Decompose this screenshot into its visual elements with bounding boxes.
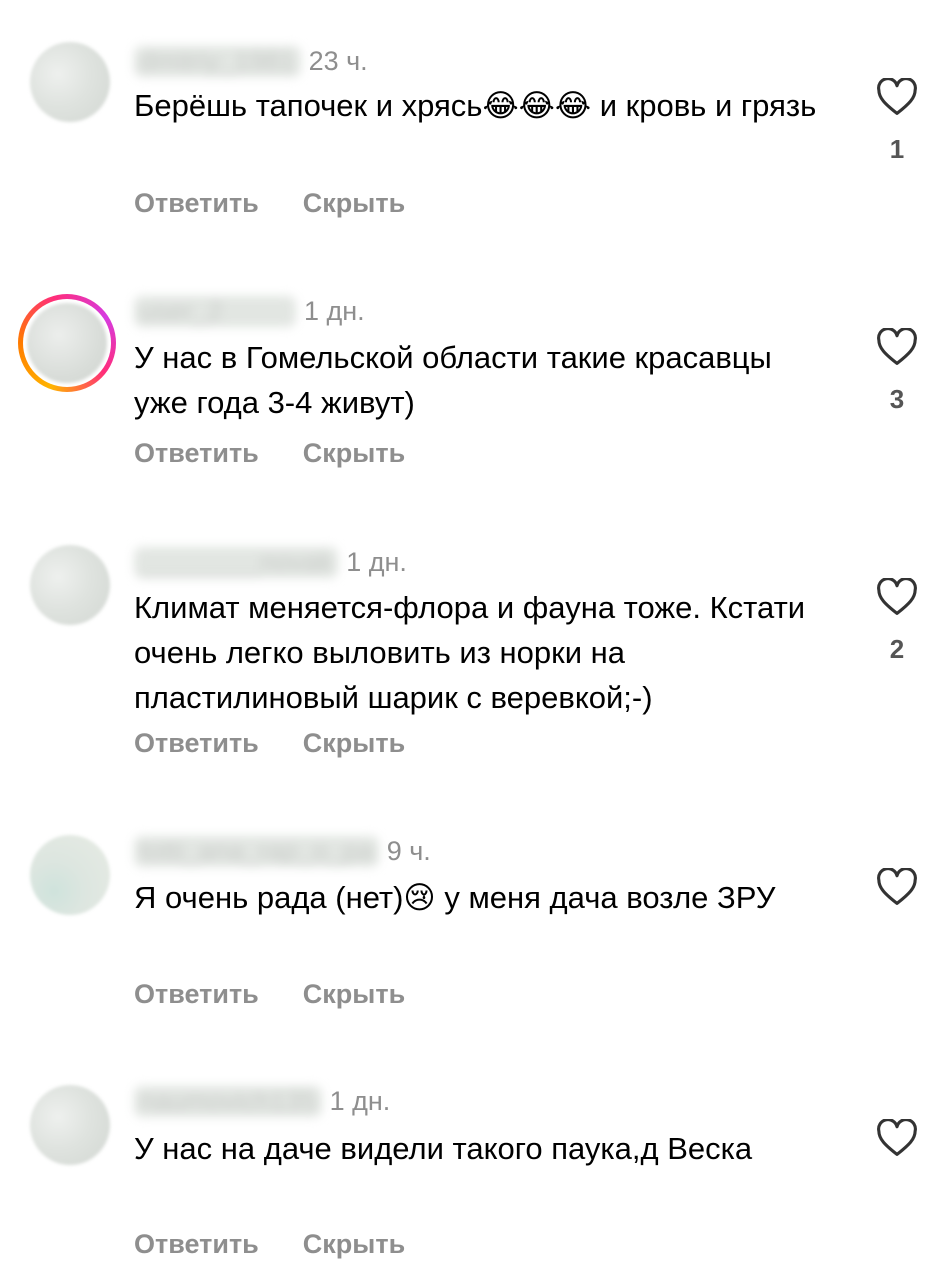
comment-meta: totti_ana_rap_o_pa 9 ч. xyxy=(134,834,431,868)
hide-button[interactable]: Скрыть xyxy=(303,188,405,219)
reply-button[interactable]: Ответить xyxy=(134,1229,259,1260)
comment-actions: Ответить Скрыть xyxy=(134,438,405,469)
comment-actions: Ответить Скрыть xyxy=(134,188,405,219)
username[interactable]: ________novak xyxy=(134,546,339,578)
avatar[interactable] xyxy=(30,545,110,625)
hide-button[interactable]: Скрыть xyxy=(303,728,405,759)
username[interactable]: dmitriy_1981 xyxy=(134,45,301,77)
like-count: 3 xyxy=(889,384,905,414)
reply-button[interactable]: Ответить xyxy=(134,979,259,1010)
heart-outline-icon xyxy=(877,78,917,115)
comment-meta: dmitriy_1981 23 ч. xyxy=(134,44,368,78)
comment-text: У нас на даче видели такого паука,д Веск… xyxy=(134,1131,753,1166)
heart-outline-icon xyxy=(877,578,917,615)
username[interactable]: user_2 xyxy=(134,295,296,327)
comment-actions: Ответить Скрыть xyxy=(134,979,405,1010)
comment-text: Берёшь тапочек и хрясь😂😂😂 и кровь и гряз… xyxy=(134,88,817,123)
username[interactable]: naumovich135 xyxy=(134,1085,322,1117)
comment-text: Климат меняется-флора и фауна тоже. Кста… xyxy=(134,590,806,715)
like-button[interactable] xyxy=(872,868,922,924)
comment-actions: Ответить Скрыть xyxy=(134,1229,405,1260)
like-button[interactable]: 2 xyxy=(872,578,922,665)
heart-outline-icon xyxy=(877,868,917,905)
hide-button[interactable]: Скрыть xyxy=(303,1229,405,1260)
comment-text: У нас в Гомельской области такие красавц… xyxy=(134,340,772,420)
avatar[interactable] xyxy=(30,835,110,915)
like-count: 1 xyxy=(889,134,905,164)
comment-text: Я очень рада (нет)😢 у меня дача возле ЗР… xyxy=(134,880,776,915)
timestamp: 1 дн. xyxy=(304,295,365,326)
timestamp: 1 дн. xyxy=(346,546,407,577)
heart-outline-icon xyxy=(877,328,917,365)
like-button[interactable]: 1 xyxy=(872,78,922,165)
like-button[interactable] xyxy=(872,1119,922,1175)
reply-button[interactable]: Ответить xyxy=(134,188,259,219)
avatar[interactable] xyxy=(30,1085,110,1165)
username[interactable]: totti_ana_rap_o_pa xyxy=(134,835,379,867)
heart-outline-icon xyxy=(877,1119,917,1156)
avatar[interactable] xyxy=(18,294,116,392)
avatar[interactable] xyxy=(30,42,110,122)
reply-button[interactable]: Ответить xyxy=(134,728,259,759)
hide-button[interactable]: Скрыть xyxy=(303,979,405,1010)
comment-actions: Ответить Скрыть xyxy=(134,728,405,759)
timestamp: 1 дн. xyxy=(329,1085,391,1116)
comment-meta: naumovich135 1 дн. xyxy=(134,1084,390,1118)
like-button[interactable]: 3 xyxy=(872,328,922,415)
timestamp: 9 ч. xyxy=(386,835,431,866)
reply-button[interactable]: Ответить xyxy=(134,438,259,469)
timestamp: 23 ч. xyxy=(308,45,368,76)
like-count: 2 xyxy=(889,634,905,664)
comment-meta: user_2 1 дн. xyxy=(134,294,365,328)
hide-button[interactable]: Скрыть xyxy=(303,438,405,469)
comment-meta: ________novak 1 дн. xyxy=(134,545,407,579)
